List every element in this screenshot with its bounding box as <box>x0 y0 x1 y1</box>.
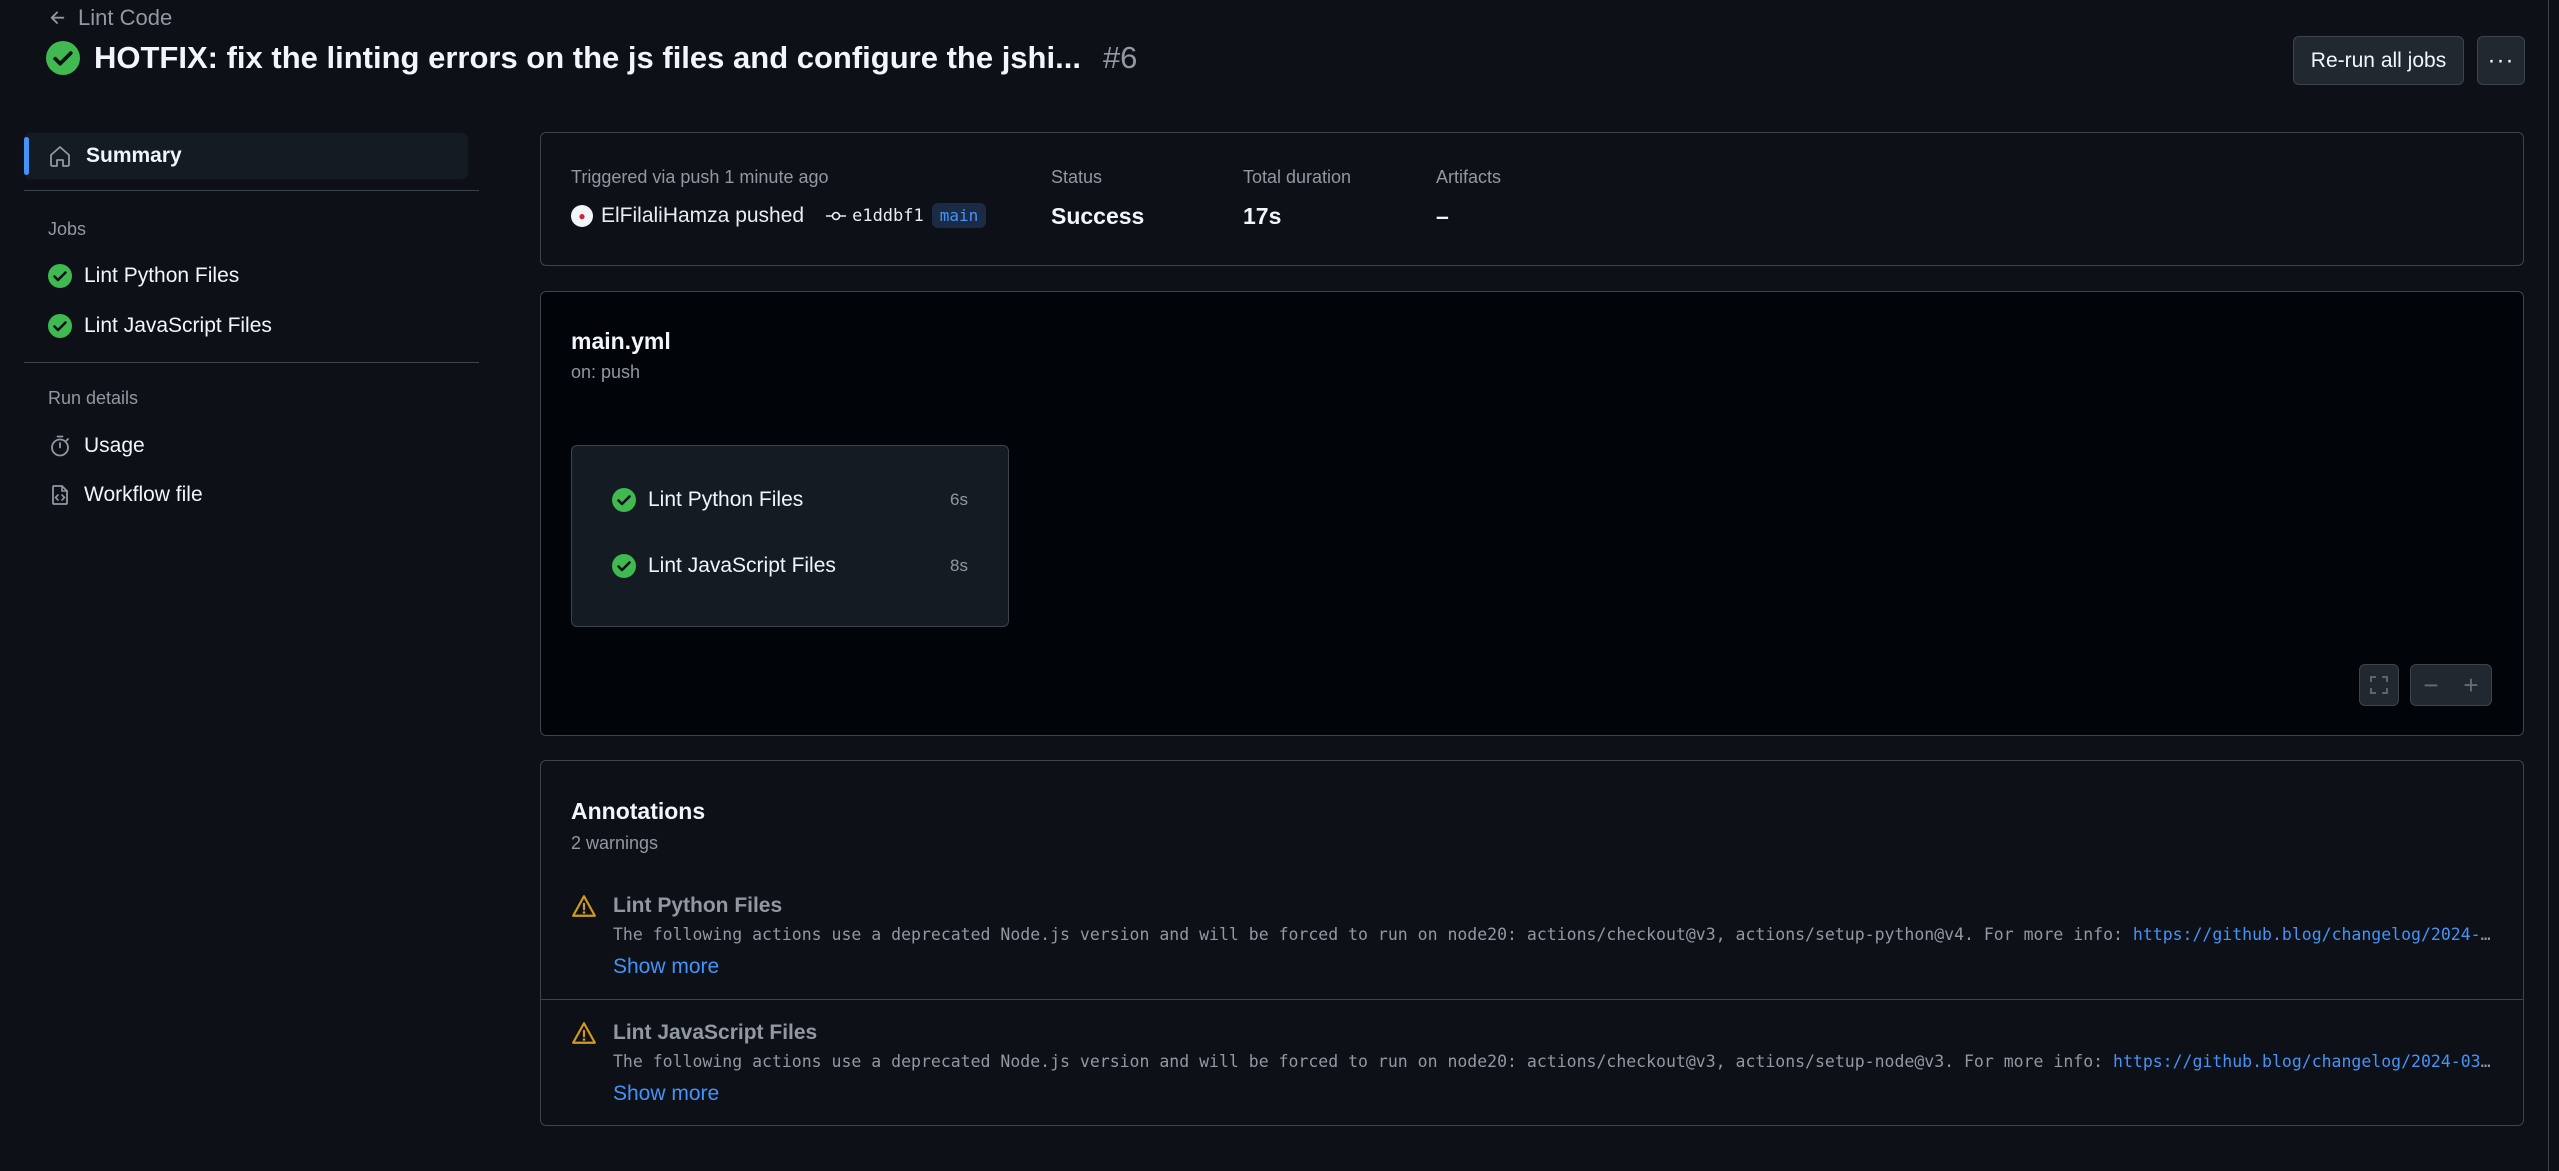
annotations-panel: Annotations 2 warnings Lint Python Files… <box>540 760 2524 1126</box>
annotation-job-label[interactable]: Lint JavaScript Files <box>613 1021 817 1045</box>
sidebar-jobs-heading: Jobs <box>48 219 87 239</box>
file-code-icon <box>52 485 68 505</box>
annotation-link[interactable]: https://github.blog/changelog/2024-03-07… <box>2113 1052 2493 1071</box>
scrollbar[interactable] <box>2548 0 2559 1171</box>
fullscreen-icon <box>2370 676 2388 694</box>
back-link[interactable]: Lint Code <box>48 5 172 31</box>
warning-icon <box>572 1022 596 1044</box>
sidebar-item-summary[interactable]: Summary <box>24 133 468 179</box>
check-circle-icon <box>612 554 636 578</box>
graph-job-lint-python[interactable]: Lint Python Files 6s <box>612 488 968 512</box>
trigger-label: Triggered via push 1 minute ago <box>571 167 829 187</box>
job-label: Lint Python Files <box>648 488 804 511</box>
artifacts-value: – <box>1436 203 1449 229</box>
annotation-divider <box>541 999 2523 1000</box>
job-label: Lint JavaScript Files <box>648 554 836 577</box>
sidebar-divider <box>24 190 479 191</box>
sidebar-item-workflow-file[interactable]: Workflow file <box>48 483 203 507</box>
annotation-message: The following actions use a deprecated N… <box>613 1052 2493 1071</box>
sidebar-item-label: Usage <box>84 434 145 457</box>
sidebar-item-lint-javascript[interactable]: Lint JavaScript Files <box>48 314 272 338</box>
fullscreen-button[interactable] <box>2359 664 2399 706</box>
sidebar-item-label: Summary <box>86 144 182 167</box>
check-circle-icon <box>48 314 72 338</box>
sidebar-divider <box>24 362 479 363</box>
workflow-name: main.yml <box>571 328 671 354</box>
show-more-link[interactable]: Show more <box>613 1082 719 1106</box>
run-title-row: HOTFIX: fix the linting errors on the js… <box>46 40 1137 76</box>
job-duration: 6s <box>950 490 968 509</box>
annotation-link[interactable]: https://github.blog/changelog/2024-03-07… <box>2133 925 2493 944</box>
workflow-trigger: on: push <box>571 362 641 382</box>
avatar[interactable]: ● <box>571 204 593 227</box>
duration-label: Total duration <box>1243 167 1352 187</box>
arrow-left-icon <box>50 11 65 24</box>
sidebar-run-details-heading: Run details <box>48 388 139 408</box>
stopwatch-icon <box>51 435 69 457</box>
sidebar-item-label: Lint Python Files <box>84 264 240 287</box>
zoom-out-button[interactable]: − <box>2423 670 2438 701</box>
artifacts-label: Artifacts <box>1436 167 1502 187</box>
check-circle-icon <box>612 488 636 512</box>
duration-value: 17s <box>1243 203 1282 229</box>
workflow-graph-panel: main.yml on: push Lint Python Files 6s L… <box>540 291 2524 736</box>
status-label: Status <box>1051 167 1103 187</box>
annotation-message-text: The following actions use a deprecated N… <box>613 1052 2114 1071</box>
commit-sha: e1ddbf1 <box>852 205 924 226</box>
sidebar-item-label: Lint JavaScript Files <box>84 314 272 337</box>
graph-job-lint-javascript[interactable]: Lint JavaScript Files 8s <box>612 554 968 578</box>
branch-badge[interactable]: main <box>931 203 987 228</box>
git-commit-icon <box>826 211 847 220</box>
job-duration: 8s <box>950 556 968 575</box>
back-link-label: Lint Code <box>78 5 173 30</box>
annotations-count: 2 warnings <box>571 833 659 853</box>
job-group-box: Lint Python Files 6s Lint JavaScript Fil… <box>571 445 1009 627</box>
annotation-header: Lint Python Files <box>571 893 782 919</box>
annotation-message-text: The following actions use a deprecated N… <box>613 925 2133 944</box>
sidebar-item-label: Workflow file <box>84 483 203 506</box>
annotation-message: The following actions use a deprecated N… <box>613 925 2493 944</box>
actor-label[interactable]: ElFilaliHamza pushed <box>601 204 804 228</box>
status-value: Success <box>1051 203 1145 229</box>
rerun-all-jobs-button[interactable]: Re-run all jobs <box>2293 36 2464 85</box>
warning-icon <box>572 895 596 917</box>
sidebar-item-lint-python[interactable]: Lint Python Files <box>48 264 239 288</box>
check-circle-icon <box>46 41 80 75</box>
more-options-button[interactable]: ··· <box>2477 36 2525 85</box>
run-number: #6 <box>1102 40 1138 75</box>
annotation-job-label[interactable]: Lint Python Files <box>613 894 782 918</box>
sidebar-item-usage[interactable]: Usage <box>48 434 145 458</box>
zoom-controls: − + <box>2410 664 2492 706</box>
page-title: HOTFIX: fix the linting errors on the js… <box>94 40 1081 75</box>
home-icon <box>50 146 70 167</box>
run-summary-panel: Triggered via push 1 minute ago ● ElFila… <box>540 132 2524 266</box>
annotations-title: Annotations <box>571 798 706 824</box>
annotation-header: Lint JavaScript Files <box>571 1020 817 1046</box>
check-circle-icon <box>48 264 72 288</box>
zoom-in-button[interactable]: + <box>2463 670 2478 701</box>
show-more-link[interactable]: Show more <box>613 955 719 979</box>
commit-link[interactable]: e1ddbf1 <box>826 206 924 226</box>
trigger-row: ● ElFilaliHamza pushed e1ddbf1 main <box>571 203 987 228</box>
